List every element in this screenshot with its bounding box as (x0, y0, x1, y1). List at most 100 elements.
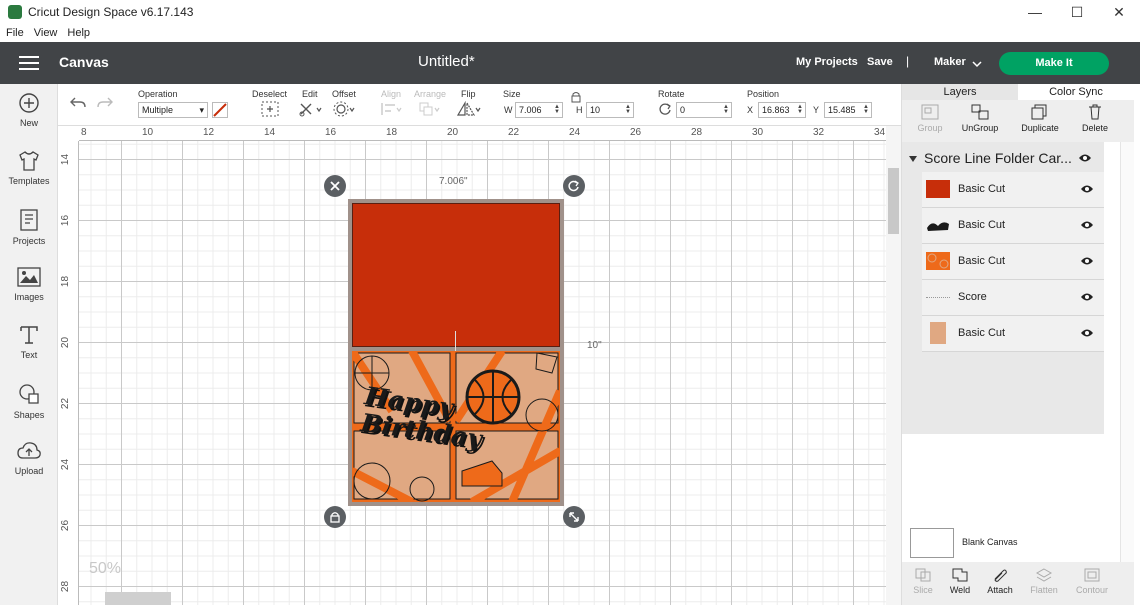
vertical-scrollbar-thumb[interactable] (888, 168, 899, 234)
spinner-icon: ▲ ▼ (723, 104, 729, 115)
y-position-input[interactable]: 15.485 ▲ ▼ (824, 102, 872, 118)
y-label: Y (813, 105, 820, 115)
my-projects-link[interactable]: My Projects (796, 56, 858, 68)
sidebar-item-images[interactable]: Images (0, 266, 58, 302)
delete-handle[interactable] (324, 175, 346, 197)
save-button[interactable]: Save (867, 56, 893, 68)
sidebar-item-text[interactable]: Text (0, 324, 58, 360)
width-dimension-label: 7.006" (439, 176, 468, 187)
duplicate-button[interactable]: Duplicate (1016, 104, 1064, 133)
ruler-tick: 12 (203, 127, 215, 138)
attach-button[interactable]: Attach (984, 568, 1016, 595)
eye-icon[interactable] (1080, 328, 1094, 338)
eye-icon[interactable] (1078, 153, 1092, 163)
deselect-icon[interactable] (261, 101, 279, 117)
menu-view[interactable]: View (34, 27, 58, 39)
paperclip-icon (994, 569, 1007, 582)
tab-color-sync[interactable]: Color Sync (1018, 84, 1134, 100)
height-input[interactable]: 10 ▲ ▼ (586, 102, 634, 118)
offset-icon[interactable] (333, 101, 357, 117)
x-position-input[interactable]: 16.863 ▲ ▼ (758, 102, 806, 118)
sidebar-item-projects[interactable]: Projects (0, 208, 58, 246)
ruler-tick: 20 (447, 127, 459, 138)
flip-label: Flip (461, 89, 476, 99)
lock-aspect-icon[interactable] (571, 91, 581, 103)
maximize-button[interactable]: ☐ (1056, 0, 1098, 24)
redo-icon[interactable] (96, 96, 114, 110)
rotate-input[interactable]: 0 ▲ ▼ (676, 102, 732, 118)
close-window-button[interactable]: ✕ (1098, 0, 1140, 24)
layer-group-header[interactable]: Score Line Folder Car... (902, 148, 1104, 170)
ruler-tick: 18 (386, 127, 398, 138)
sidebar-item-shapes[interactable]: Shapes (0, 382, 58, 420)
sidebar-item-templates[interactable]: Templates (0, 150, 58, 186)
eye-icon[interactable] (1080, 220, 1094, 230)
rotate-icon (659, 103, 671, 115)
blank-canvas-swatch[interactable] (910, 528, 954, 558)
machine-selector[interactable]: Maker (934, 56, 966, 68)
ruler-tick: 30 (752, 127, 764, 138)
chevron-down-icon[interactable] (971, 58, 983, 70)
layer-row[interactable]: Basic Cut (922, 208, 1104, 244)
layer-row[interactable]: Basic Cut (922, 172, 1104, 208)
images-icon (17, 267, 41, 287)
operation-value: Multiple (142, 105, 174, 115)
flatten-button[interactable]: Flatten (1028, 568, 1060, 595)
layer-row[interactable]: Basic Cut (922, 244, 1104, 280)
layer-thumbnail-pattern (926, 252, 950, 270)
undo-icon[interactable] (69, 96, 87, 110)
minimize-button[interactable]: — (1014, 0, 1056, 24)
align-label: Align (381, 89, 402, 99)
flip-icon[interactable] (456, 101, 482, 117)
layer-row[interactable]: Score (922, 280, 1104, 316)
menu-file[interactable]: File (6, 27, 24, 39)
selected-card-design[interactable]: Happy Birthday (348, 199, 564, 506)
vertical-scrollbar[interactable] (886, 126, 901, 605)
eye-icon[interactable] (1080, 256, 1094, 266)
sidebar-label: Images (14, 292, 44, 302)
attach-label: Attach (987, 585, 1013, 595)
ungroup-icon (971, 104, 989, 120)
ruler-tick: 24 (569, 127, 581, 138)
operation-select[interactable]: Multiple ▾ (138, 102, 208, 118)
ruler-tick: 26 (630, 127, 642, 138)
sidebar-label: New (19, 118, 38, 128)
menu-help[interactable]: Help (67, 27, 90, 39)
delete-button[interactable]: Delete (1076, 104, 1114, 133)
design-canvas[interactable]: 8 10 12 14 16 18 20 22 24 26 28 30 32 34… (59, 126, 886, 605)
projects-icon (20, 209, 38, 231)
hamburger-menu-icon[interactable] (19, 56, 39, 70)
rotate-handle[interactable] (563, 175, 585, 197)
horizontal-scrollbar-thumb[interactable] (105, 592, 171, 605)
resize-handle[interactable] (563, 506, 585, 528)
ungroup-button[interactable]: UnGroup (958, 104, 1002, 133)
resize-arrow-icon (569, 512, 579, 522)
width-input[interactable]: 7.006 ▲ ▼ (515, 102, 563, 118)
sidebar-item-new[interactable]: New (0, 92, 58, 128)
eye-icon[interactable] (1080, 292, 1094, 302)
flatten-icon (1036, 568, 1052, 582)
panel-scrollbar[interactable] (1120, 142, 1134, 574)
lock-handle[interactable] (324, 506, 346, 528)
make-it-button[interactable]: Make It (999, 52, 1109, 75)
pen-color-swatch-icon[interactable] (212, 102, 228, 118)
slice-button[interactable]: Slice (908, 568, 938, 595)
ruler-tick: 34 (874, 127, 886, 138)
rotate-handle-icon (568, 180, 579, 192)
rotate-label: Rotate (658, 89, 685, 99)
group-button[interactable]: Group (910, 104, 950, 133)
layer-name: Basic Cut (958, 183, 1006, 195)
y-position-value: 15.485 (828, 105, 856, 115)
contour-button[interactable]: Contour (1072, 568, 1112, 595)
eye-icon[interactable] (1080, 184, 1094, 194)
zoom-level[interactable]: 50% (89, 560, 121, 578)
layer-row[interactable]: Basic Cut (922, 316, 1104, 352)
weld-button[interactable]: Weld (946, 568, 974, 595)
ruler-tick: 16 (325, 127, 337, 138)
tab-layers[interactable]: Layers (902, 84, 1018, 100)
height-dimension-label: 10" (587, 340, 602, 351)
sidebar-item-upload[interactable]: Upload (0, 440, 58, 476)
deselect-label: Deselect (252, 89, 288, 99)
collapse-caret-icon[interactable] (908, 155, 918, 163)
edit-tools-icon[interactable] (298, 101, 324, 117)
